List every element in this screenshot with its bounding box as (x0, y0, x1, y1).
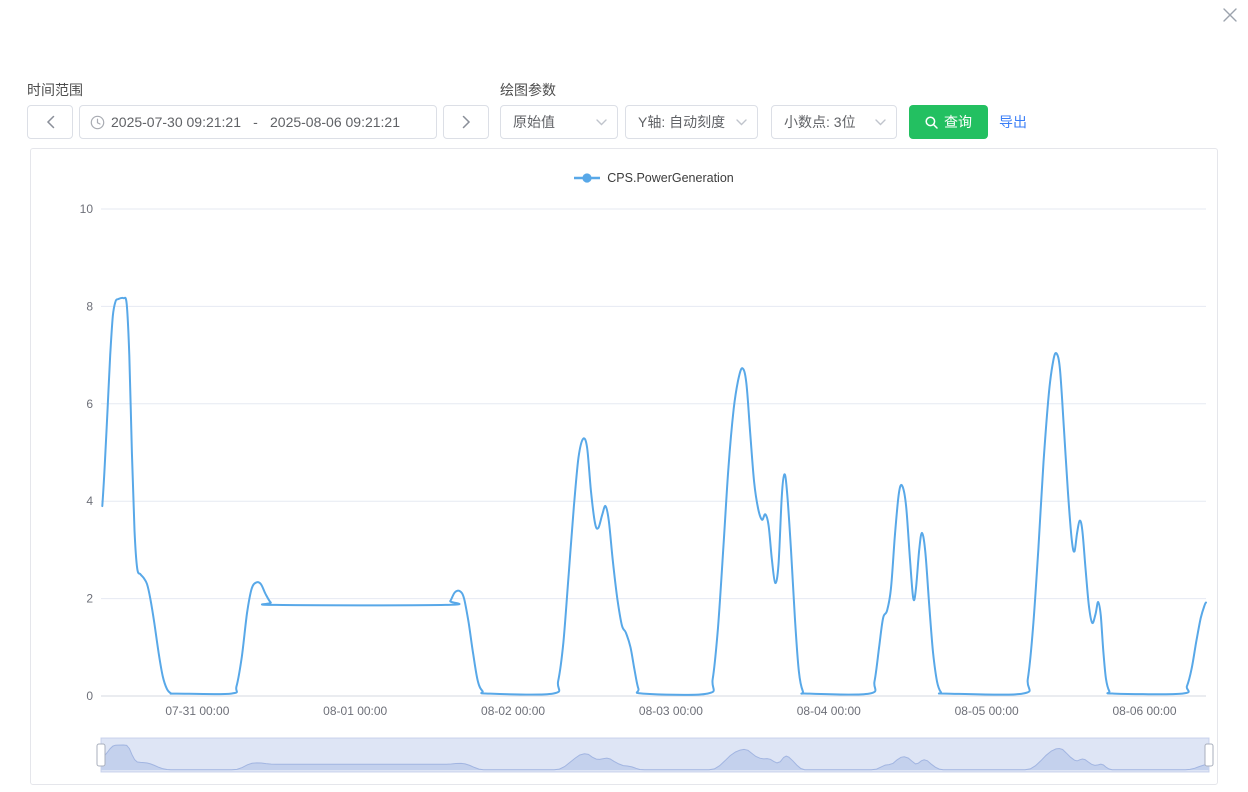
y-tick-label: 2 (86, 592, 93, 606)
query-button-label: 查询 (944, 112, 972, 132)
chart-canvas: 0 2 4 6 8 10 07-31 00:00 08-01 00:00 08-02 00:00… (31, 149, 1217, 784)
chevron-down-icon (736, 119, 747, 126)
x-tick-label: 08-02 00:00 (481, 704, 545, 718)
series-line-powergeneration (102, 298, 1206, 695)
export-link[interactable]: 导出 (999, 112, 1027, 132)
date-range-start: 2025-07-30 09:21:21 (111, 114, 241, 130)
datazoom-right-handle[interactable] (1205, 744, 1213, 766)
x-tick-label: 08-04 00:00 (797, 704, 861, 718)
time-range-label: 时间范围 (27, 80, 83, 100)
chart-legend: CPS.PowerGeneration (101, 171, 1206, 185)
y-axis-selected: Y轴: 自动刻度 (638, 112, 725, 132)
chevron-down-icon (596, 119, 607, 126)
decimals-select[interactable]: 小数点: 3位 (771, 105, 897, 139)
x-tick-label: 07-31 00:00 (165, 704, 229, 718)
date-range-separator: - (241, 114, 270, 130)
date-range-input[interactable]: 2025-07-30 09:21:21 - 2025-08-06 09:21:2… (79, 105, 437, 139)
value-type-selected: 原始值 (513, 112, 555, 132)
x-tick-label: 08-01 00:00 (323, 704, 387, 718)
y-tick-label: 6 (86, 397, 93, 411)
chevron-left-icon (46, 115, 55, 129)
chevron-down-icon (875, 119, 886, 126)
legend-line-marker-icon (573, 173, 601, 183)
legend-label: CPS.PowerGeneration (607, 171, 733, 185)
close-x-glyph (1223, 8, 1237, 22)
legend-item-powergeneration[interactable]: CPS.PowerGeneration (573, 171, 733, 185)
prev-range-button[interactable] (27, 105, 73, 139)
close-icon[interactable] (1219, 4, 1241, 26)
plot-params-label: 绘图参数 (500, 80, 556, 100)
value-type-select[interactable]: 原始值 (500, 105, 618, 139)
decimals-selected: 小数点: 3位 (784, 112, 856, 132)
clock-icon (90, 115, 105, 130)
date-range-end: 2025-08-06 09:21:21 (270, 114, 400, 130)
x-tick-label: 08-03 00:00 (639, 704, 703, 718)
chevron-right-icon (462, 115, 471, 129)
datazoom-selected-region[interactable] (101, 738, 1209, 772)
y-tick-label: 8 (86, 299, 93, 313)
datazoom-left-handle[interactable] (97, 744, 105, 766)
chart-card: 0 2 4 6 8 10 07-31 00:00 08-01 00:00 08-02 00:00… (30, 148, 1218, 785)
x-tick-label: 08-05 00:00 (955, 704, 1019, 718)
y-tick-label: 4 (86, 494, 93, 508)
y-tick-label: 10 (80, 202, 94, 216)
next-range-button[interactable] (443, 105, 489, 139)
query-button[interactable]: 查询 (909, 105, 988, 139)
search-icon (925, 116, 938, 129)
y-axis-select[interactable]: Y轴: 自动刻度 (625, 105, 758, 139)
y-tick-label: 0 (86, 689, 93, 703)
x-tick-label: 08-06 00:00 (1112, 704, 1176, 718)
